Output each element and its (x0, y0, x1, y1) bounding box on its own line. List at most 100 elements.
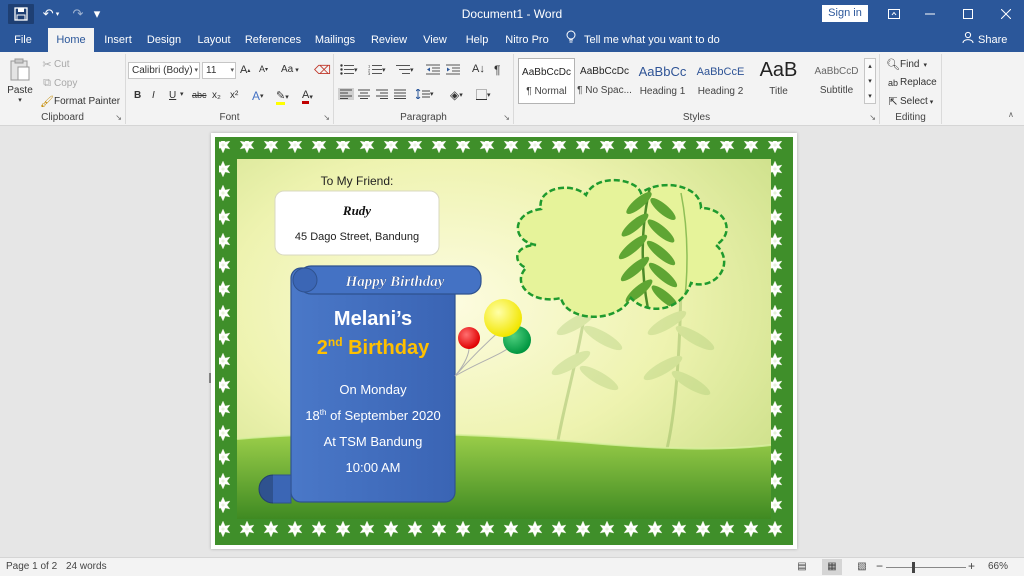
web-layout-icon[interactable]: ▧ (852, 559, 872, 575)
collapse-ribbon-icon[interactable]: ∧ (1008, 110, 1014, 119)
happy-birthday-banner: Happy Birthday (345, 274, 445, 290)
font-color-icon[interactable]: A ▾ (302, 89, 313, 104)
font-size-select[interactable]: 11 ▾ (202, 62, 236, 79)
numbering-icon[interactable]: 1 2 3 ▾ (368, 64, 386, 75)
shrink-font-button[interactable]: A ▾ (259, 64, 268, 74)
ribbon-display-options-icon[interactable] (876, 0, 912, 28)
document-canvas[interactable]: To My Friend: Rudy 45 Dago Street, Bandu… (0, 127, 1024, 557)
replace-icon: ab (887, 77, 898, 88)
tab-review[interactable]: Review (368, 28, 410, 52)
italic-button[interactable]: I (152, 90, 155, 101)
recipient-address: 45 Dago Street, Bandung (295, 231, 419, 243)
superscript-button[interactable]: x² (230, 90, 238, 101)
tell-me-search[interactable]: Tell me what you want to do (566, 28, 720, 52)
align-right-icon[interactable] (376, 89, 388, 99)
decrease-indent-icon[interactable] (426, 64, 440, 75)
grow-font-button[interactable]: A ▴ (240, 64, 250, 76)
show-formatting-icon[interactable]: ¶ (494, 63, 500, 77)
select-button[interactable]: ⇱ Select ▾ (886, 95, 933, 108)
styles-scroll-control[interactable]: ▴ ▾ ▾ (864, 58, 876, 104)
zoom-slider[interactable] (886, 567, 966, 568)
tab-file[interactable]: File (4, 28, 42, 52)
align-center-icon[interactable] (358, 89, 370, 99)
paste-button[interactable]: Paste ▾ (6, 58, 34, 104)
celebrant-name: Melani’s (334, 308, 412, 330)
borders-icon[interactable]: ▾ (476, 89, 491, 100)
style-normal[interactable]: AaBbCcDc ¶ Normal (518, 58, 575, 104)
replace-button[interactable]: ab Replace (886, 77, 937, 88)
tab-mailings[interactable]: Mailings (312, 28, 358, 52)
bullets-icon[interactable]: ▾ (340, 64, 358, 75)
strikethrough-button[interactable]: abc (192, 90, 207, 100)
style-no-spacing[interactable]: AaBbCcDc ¶ No Spac... (576, 58, 633, 104)
increase-indent-icon[interactable] (446, 64, 460, 75)
scroll-down-icon[interactable]: ▾ (868, 77, 872, 85)
event-day: On Monday (339, 382, 407, 397)
sign-in-button[interactable]: Sign in (822, 5, 868, 22)
tab-design[interactable]: Design (144, 28, 184, 52)
share-button[interactable]: Share (962, 28, 1007, 52)
dialog-launcher-icon[interactable]: ↘ (503, 113, 510, 122)
clear-formatting-icon[interactable]: ⌫ (314, 63, 331, 77)
word-count[interactable]: 24 words (66, 561, 107, 572)
dialog-launcher-icon[interactable]: ↘ (869, 113, 876, 122)
line-spacing-icon[interactable]: ▾ (416, 89, 434, 99)
clipboard-group: Paste ▾ ✂ Cut ⧉ Copy 🖌 Format Painter Clipb… (0, 54, 126, 124)
zoom-slider-thumb[interactable] (912, 562, 915, 573)
style-subtitle[interactable]: AaBbCcD Subtitle (808, 58, 865, 104)
bold-button[interactable]: B (134, 90, 141, 101)
tab-view[interactable]: View (418, 28, 452, 52)
font-name-select[interactable]: Calibri (Body) ▾ (128, 62, 200, 79)
cursor-icon: ⇱ (888, 96, 898, 108)
address-box (274, 190, 440, 256)
underline-dropdown-icon[interactable]: ▾ (180, 90, 184, 98)
sort-icon[interactable]: A↓ (472, 63, 485, 75)
styles-group: AaBbCcDc ¶ Normal AaBbCcDc ¶ No Spac... … (514, 54, 880, 124)
read-mode-icon[interactable]: ▤ (792, 559, 812, 575)
underline-button[interactable]: U (169, 90, 176, 101)
style-heading-2[interactable]: AaBbCcE Heading 2 (692, 58, 749, 104)
zoom-out-icon[interactable]: − (876, 559, 883, 573)
close-icon[interactable] (988, 0, 1024, 28)
document-page[interactable]: To My Friend: Rudy 45 Dago Street, Bandu… (211, 133, 797, 549)
text-effects-icon[interactable]: A ▾ (252, 89, 264, 103)
more-styles-icon[interactable]: ▾ (868, 92, 872, 100)
print-layout-icon[interactable]: ▦ (822, 559, 842, 575)
highlight-icon[interactable]: ✎ ▾ (276, 89, 289, 105)
tab-layout[interactable]: Layout (194, 28, 234, 52)
tab-references[interactable]: References (244, 28, 302, 52)
minimize-icon[interactable] (912, 0, 948, 28)
font-group-label: Font (219, 112, 240, 123)
scroll-up-icon[interactable]: ▴ (868, 62, 872, 70)
dialog-launcher-icon[interactable]: ↘ (115, 113, 122, 122)
zoom-level[interactable]: 66% (988, 561, 1008, 572)
svg-text:3: 3 (368, 71, 371, 75)
tab-insert[interactable]: Insert (100, 28, 136, 52)
dialog-launcher-icon[interactable]: ↘ (323, 113, 330, 122)
multilevel-list-icon[interactable]: ▾ (396, 64, 414, 75)
format-painter-button[interactable]: 🖌 Format Painter (40, 95, 120, 108)
align-left-icon[interactable] (338, 88, 354, 100)
justify-icon[interactable] (394, 89, 406, 99)
tab-home[interactable]: Home (48, 28, 94, 52)
magnifier-icon: 🔍︎ (886, 59, 900, 71)
change-case-button[interactable]: Aa ▾ (281, 64, 299, 75)
find-button[interactable]: 🔍︎ Find ▾ (886, 58, 927, 71)
tab-help[interactable]: Help (460, 28, 494, 52)
share-label: Share (978, 34, 1008, 46)
event-date: 18th of September 2020 (305, 408, 440, 423)
event-time: 10:00 AM (346, 460, 401, 475)
shading-icon[interactable]: ◈ ▾ (450, 88, 463, 102)
zoom-in-icon[interactable]: + (968, 559, 975, 573)
copy-icon: ⧉ (43, 77, 51, 89)
paragraph-group: ▾ 1 2 3 ▾ ▾ A↓ ¶ ▾ ◈ ▾ ▾ Paragraph ↘ (334, 54, 514, 124)
style-heading-1[interactable]: AaBbCc Heading 1 (634, 58, 691, 104)
subscript-button[interactable]: x₂ (212, 90, 221, 101)
cut-button[interactable]: ✂ Cut (40, 58, 69, 71)
copy-button[interactable]: ⧉ Copy (40, 77, 77, 90)
recipient-name: Rudy (342, 203, 371, 218)
page-count[interactable]: Page 1 of 2 (6, 561, 57, 572)
maximize-icon[interactable] (950, 0, 986, 28)
style-title[interactable]: AaB Title (750, 58, 807, 104)
tab-nitro-pro[interactable]: Nitro Pro (502, 28, 552, 52)
